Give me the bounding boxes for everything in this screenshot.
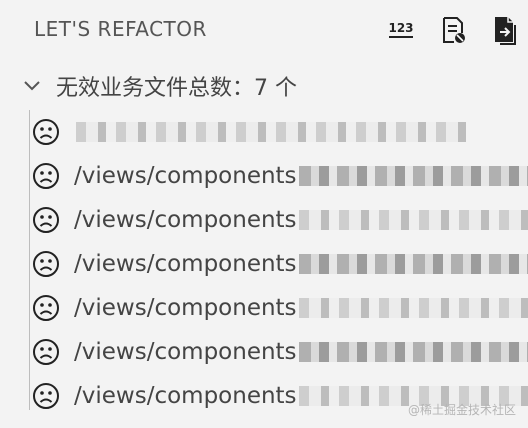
redacted-path [298,342,528,362]
panel-title: LET'S REFACTOR [34,17,207,41]
count-icon[interactable]: 123 [386,15,416,45]
file-path: /views/components [74,251,297,277]
file-path: /views/components [74,207,297,233]
list-item[interactable]: /views/components [32,330,528,374]
header-actions: 123 [386,12,520,48]
sad-face-icon [33,119,59,145]
list-item[interactable]: /views/components [32,242,528,286]
sad-face-icon [33,163,59,189]
file-path: /views/components [74,295,297,321]
redacted-path [76,122,466,142]
section-header[interactable]: 无效业务文件总数：7 个 [22,68,528,104]
sad-face-icon [33,383,59,409]
watermark: @稀土掘金技术社区 [407,403,516,417]
export-file-icon[interactable] [490,15,520,45]
redacted-path [298,166,528,186]
section-label: 无效业务文件总数：7 个 [56,76,297,101]
sad-face-icon [33,207,59,233]
list-item[interactable]: /views/components [32,154,528,198]
file-path: /views/components [74,339,297,365]
redacted-path [298,254,528,274]
list-item[interactable] [32,110,528,154]
list-item[interactable]: /views/components [32,286,528,330]
sad-face-icon [33,251,59,277]
tree-indent-guide [29,110,30,410]
sad-face-icon [33,295,59,321]
redacted-path [298,210,528,230]
count-icon-label: 123 [388,21,413,35]
file-list: /views/components /views/components /vie… [32,110,528,418]
panel-header: LET'S REFACTOR 123 [0,0,528,60]
chevron-down-icon[interactable] [22,76,42,96]
list-item[interactable]: /views/components [32,198,528,242]
file-ban-icon[interactable] [438,15,468,45]
file-path: /views/components [74,383,297,409]
sad-face-icon [33,339,59,365]
redacted-path [298,298,528,318]
file-path: /views/components [74,163,297,189]
